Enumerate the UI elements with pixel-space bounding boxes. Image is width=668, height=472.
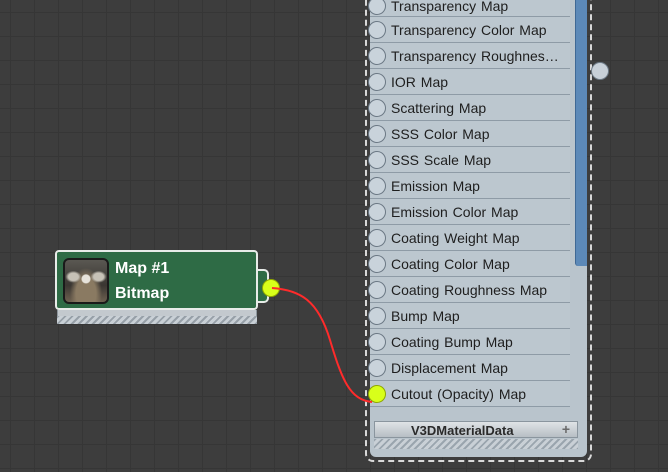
bitmap-node-body: Map #1 Bitmap (55, 250, 258, 310)
slot-coating-bump-map[interactable]: Coating Bump Map (368, 329, 570, 355)
slot-label: Scattering Map (391, 100, 487, 116)
input-socket[interactable] (368, 151, 386, 169)
input-socket[interactable] (368, 47, 386, 65)
node-type: Bitmap (115, 285, 170, 302)
input-socket[interactable] (368, 255, 386, 273)
material-node-body: Transparency Map Transparency Color Map … (368, 0, 609, 457)
slot-coating-weight-map[interactable]: Coating Weight Map (368, 225, 570, 251)
input-socket[interactable] (368, 229, 386, 247)
slot-label: Cutout (Opacity) Map (391, 386, 527, 402)
slot-label: Transparency Roughnes… (391, 48, 559, 64)
input-socket[interactable] (368, 177, 386, 195)
node-title: Map #1 (115, 260, 170, 277)
material-node-resize-strip[interactable] (374, 439, 578, 449)
input-socket[interactable] (368, 359, 386, 377)
slot-label: Coating Weight Map (391, 230, 520, 246)
bitmap-output-socket[interactable] (262, 279, 280, 297)
slot-coating-color-map[interactable]: Coating Color Map (368, 251, 570, 277)
slot-transparency-map[interactable]: Transparency Map (368, 0, 570, 17)
slot-scattering-map[interactable]: Scattering Map (368, 95, 570, 121)
material-node[interactable]: Transparency Map Transparency Color Map … (365, 0, 609, 462)
slot-label: SSS Scale Map (391, 152, 492, 168)
input-slot-list: Transparency Map Transparency Color Map … (368, 0, 570, 407)
material-node-name: V3DMaterialData (411, 423, 514, 438)
slot-ior-map[interactable]: IOR Map (368, 69, 570, 95)
slot-label: Transparency Map (391, 0, 509, 14)
slot-label: Bump Map (391, 308, 460, 324)
slot-label: Transparency Color Map (391, 22, 547, 38)
slot-label: Emission Map (391, 178, 480, 194)
slot-label: Displacement Map (391, 360, 508, 376)
slot-label: IOR Map (391, 74, 449, 90)
slot-emission-color-map[interactable]: Emission Color Map (368, 199, 570, 225)
input-socket[interactable] (368, 99, 386, 117)
expand-plus-icon[interactable]: + (562, 421, 570, 437)
input-socket[interactable] (368, 333, 386, 351)
slot-cutout-opacity-map[interactable]: Cutout (Opacity) Map (368, 381, 570, 407)
wire-path (271, 287, 373, 403)
slot-label: Coating Roughness Map (391, 282, 548, 298)
input-socket[interactable] (368, 125, 386, 143)
bitmap-node[interactable]: Map #1 Bitmap (55, 250, 280, 326)
input-socket[interactable] (368, 21, 386, 39)
slot-sss-scale-map[interactable]: SSS Scale Map (368, 147, 570, 173)
material-node-footer[interactable]: V3DMaterialData + (374, 421, 578, 438)
material-output-socket[interactable] (591, 62, 609, 80)
slot-label: Coating Bump Map (391, 334, 513, 350)
slot-sss-color-map[interactable]: SSS Color Map (368, 121, 570, 147)
slot-displacement-map[interactable]: Displacement Map (368, 355, 570, 381)
slot-bump-map[interactable]: Bump Map (368, 303, 570, 329)
bitmap-node-resize-strip[interactable] (57, 316, 257, 324)
hdri-thumbnail-icon (63, 258, 109, 304)
slot-label: SSS Color Map (391, 126, 490, 142)
input-socket[interactable] (368, 307, 386, 325)
slot-emission-map[interactable]: Emission Map (368, 173, 570, 199)
input-socket[interactable] (368, 281, 386, 299)
input-socket[interactable] (368, 203, 386, 221)
input-socket-connected[interactable] (368, 385, 386, 403)
slot-coating-roughness-map[interactable]: Coating Roughness Map (368, 277, 570, 303)
input-socket[interactable] (368, 73, 386, 91)
slot-label: Coating Color Map (391, 256, 510, 272)
slot-label: Emission Color Map (391, 204, 519, 220)
slot-transparency-roughness[interactable]: Transparency Roughnes… (368, 43, 570, 69)
input-socket[interactable] (368, 0, 386, 15)
slot-transparency-color-map[interactable]: Transparency Color Map (368, 17, 570, 43)
material-node-color-strip (575, 0, 587, 266)
